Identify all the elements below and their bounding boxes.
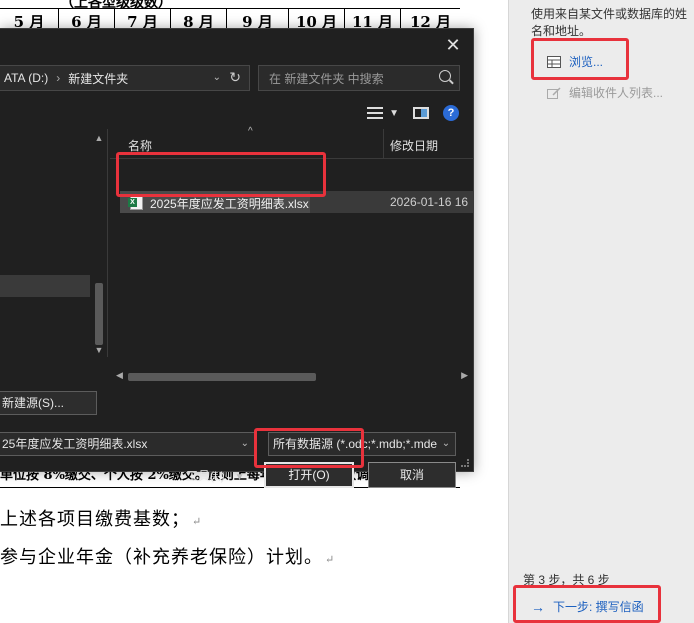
file-row[interactable]: 2025年度应发工资明细表.xlsx 2026-01-16 16 — [120, 191, 474, 213]
line-text: 参与企业年金（补充养老保险）计划。 — [0, 547, 323, 568]
tools-button[interactable]: 工具(L) ▼ — [186, 467, 245, 484]
mail-merge-pane: 使用来自某文件或数据库的姓名和地址。 浏览... 编辑收件人列表... 第 3 … — [508, 0, 694, 623]
paragraph-mark: ↵ — [325, 553, 336, 566]
document-line: 参与企业年金（补充养老保险）计划。 ↵ — [0, 543, 335, 569]
sort-ascending-icon: ^ — [248, 126, 253, 137]
file-name: 2025年度应发工资明细表.xlsx — [150, 197, 309, 211]
dialog-toolbar: ▼ ? — [367, 105, 459, 121]
search-placeholder: 在 新建文件夹 中搜索 — [269, 71, 384, 86]
chevron-down-icon[interactable]: ⌄ — [213, 72, 221, 83]
scroll-right-icon[interactable]: ▶ — [461, 370, 468, 381]
chevron-down-icon[interactable]: ⌄ — [437, 433, 455, 455]
table-icon — [547, 55, 561, 68]
paragraph-mark: ↵ — [192, 515, 203, 528]
browse-link[interactable]: 浏览... — [547, 53, 603, 70]
search-input[interactable]: 在 新建文件夹 中搜索 — [258, 65, 460, 91]
next-step-label: 下一步: 撰写信函 — [553, 600, 644, 614]
address-bar[interactable]: ATA (D:) › 新建文件夹 ⌄ ↻ — [0, 65, 250, 91]
scroll-thumb[interactable] — [95, 283, 103, 345]
scroll-left-icon[interactable]: ◀ — [116, 370, 123, 381]
close-icon[interactable]: ✕ — [443, 35, 463, 55]
view-options-icon[interactable] — [367, 107, 384, 119]
scroll-thumb[interactable] — [128, 373, 316, 381]
resize-grip[interactable] — [461, 459, 469, 467]
scroll-down-icon[interactable]: ▼ — [93, 345, 105, 355]
chevron-down-icon[interactable]: ⌄ — [241, 433, 249, 455]
file-list-header: 名称 ^ 修改日期 — [110, 126, 474, 159]
edit-list-icon — [547, 86, 561, 99]
chevron-down-icon[interactable]: ▼ — [389, 108, 399, 119]
file-type-select[interactable]: 所有数据源 (*.odc;*.mdb;*.mde ⌄ — [268, 432, 456, 456]
new-source-button[interactable]: 新建源(S)... — [0, 391, 97, 415]
nav-selected-item[interactable] — [0, 275, 90, 297]
breadcrumb-drive[interactable]: ATA (D:) — [4, 71, 48, 85]
browse-label: 浏览... — [569, 55, 604, 69]
edit-recipients-link[interactable]: 编辑收件人列表... — [547, 84, 663, 101]
open-button[interactable]: 打开(O) — [264, 462, 354, 488]
preview-pane-icon[interactable] — [413, 107, 429, 119]
column-date-header[interactable]: 修改日期 — [390, 137, 438, 154]
file-type-value: 所有数据源 (*.odc;*.mdb;*.mde — [273, 437, 438, 451]
breadcrumb-separator: › — [56, 71, 61, 85]
arrow-right-icon: → — [531, 598, 545, 615]
excel-file-icon — [128, 194, 143, 210]
edit-recipients-label: 编辑收件人列表... — [569, 86, 664, 100]
search-icon — [439, 70, 451, 82]
line-text: 上述各项目缴费基数； — [0, 509, 190, 530]
scroll-up-icon[interactable]: ▲ — [93, 133, 105, 143]
cancel-button[interactable]: 取消 — [368, 462, 456, 488]
next-step-link[interactable]: → 下一步: 撰写信函 — [531, 598, 644, 615]
select-data-source-dialog: ✕ ATA (D:) › 新建文件夹 ⌄ ↻ 在 新建文件夹 中搜索 ▼ ? ▲… — [0, 28, 474, 488]
refresh-icon[interactable]: ↻ — [229, 69, 241, 86]
breadcrumb-folder[interactable]: 新建文件夹 — [68, 70, 128, 87]
nav-scrollbar[interactable]: ▲ ▼ — [93, 133, 105, 355]
chevron-down-icon: ▼ — [234, 472, 245, 483]
help-icon[interactable]: ? — [443, 105, 459, 121]
column-name-header[interactable]: 名称 — [128, 137, 152, 154]
file-name-input[interactable]: 25年度应发工资明细表.xlsx ⌄ — [0, 432, 256, 456]
column-divider[interactable] — [383, 129, 384, 159]
file-list-hscrollbar[interactable]: ◀ ▶ — [110, 369, 474, 385]
navigation-pane[interactable]: ▲ ▼ — [0, 129, 108, 357]
file-modified-date: 2026-01-16 16 — [390, 195, 469, 209]
tools-label: 工具(L) — [186, 469, 225, 483]
pane-description: 使用来自某文件或数据库的姓名和地址。 — [531, 7, 688, 38]
document-line: 上述各项目缴费基数； ↵ — [0, 505, 202, 531]
file-name-value: 25年度应发工资明细表.xlsx — [2, 437, 148, 451]
step-indicator: 第 3 步，共 6 步 — [523, 573, 610, 587]
